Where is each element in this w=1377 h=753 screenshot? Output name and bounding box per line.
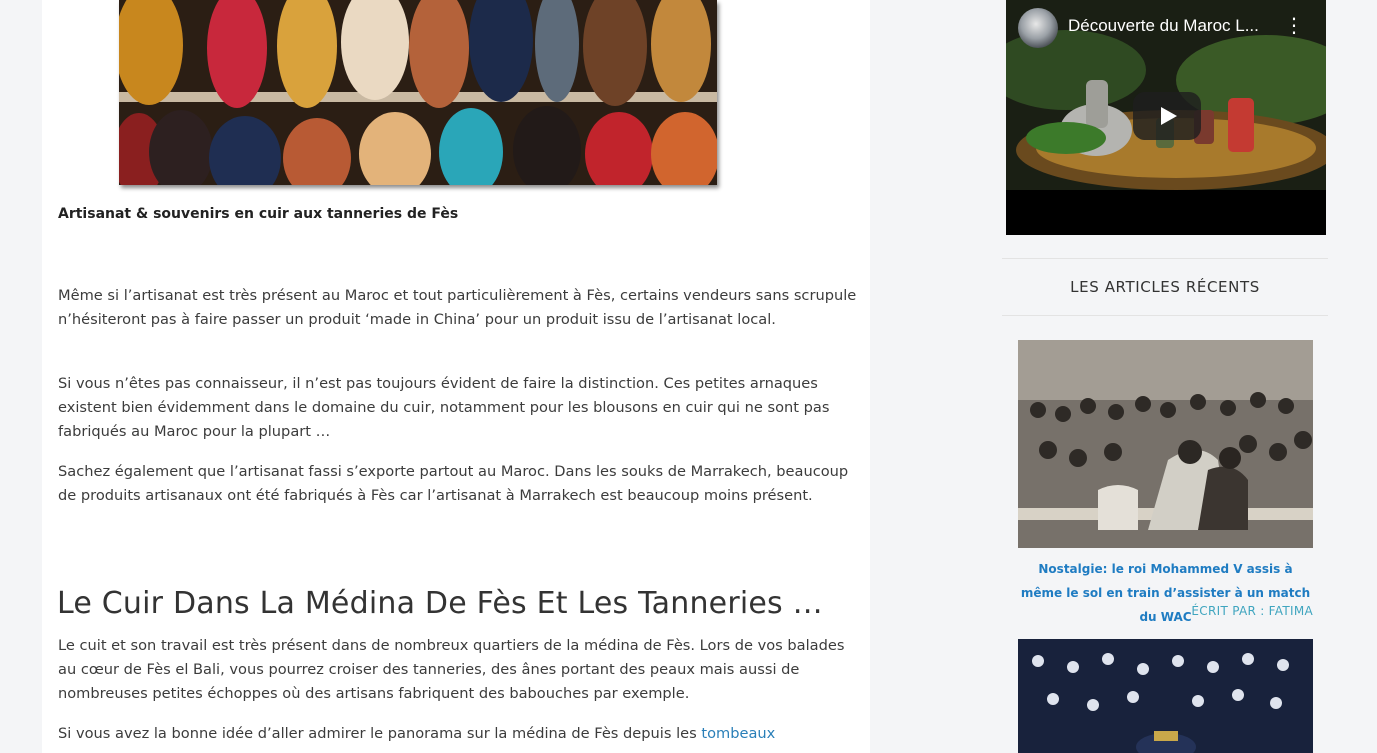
youtube-embed[interactable]: Découverte du Maroc L... ⋮ bbox=[1006, 0, 1326, 235]
main-content: Artisanat & souvenirs en cuir aux tanner… bbox=[42, 0, 870, 753]
section-paragraph: Le cuit et son travail est très présent … bbox=[58, 637, 845, 702]
paragraph-1: Même si l’artisanat est très présent au … bbox=[58, 287, 857, 328]
more-vert-icon[interactable]: ⋮ bbox=[1284, 14, 1304, 36]
tombeaux-link[interactable]: tombeaux bbox=[701, 725, 775, 742]
sidebar: Découverte du Maroc L... ⋮ LES ARTICLES … bbox=[1002, 0, 1328, 753]
paragraph-2: Si vous n’êtes pas connaisseur, il n’est… bbox=[58, 375, 830, 440]
last-paragraph: Si vous avez la bonne idée d’aller admir… bbox=[58, 722, 858, 746]
article-title-link[interactable]: Nostalgie: le roi Mohammed V assis à mêm… bbox=[1018, 557, 1313, 629]
image-caption: Artisanat & souvenirs en cuir aux tanner… bbox=[58, 206, 459, 222]
article-author: ÉCRIT PAR : FATIMA bbox=[1191, 604, 1313, 618]
video-title[interactable]: Découverte du Maroc L... bbox=[1068, 16, 1259, 36]
article-thumbnail-2[interactable] bbox=[1018, 639, 1313, 753]
section-heading: Le Cuir Dans La Médina De Fès Et Les Tan… bbox=[57, 586, 823, 621]
recent-articles-title: LES ARTICLES RÉCENTS bbox=[1002, 258, 1328, 316]
paragraph-3: Sachez également que l’artisanat fassi s… bbox=[58, 463, 849, 504]
last-paragraph-text: Si vous avez la bonne idée d’aller admir… bbox=[58, 725, 702, 742]
channel-avatar[interactable] bbox=[1018, 8, 1058, 48]
babouches-image bbox=[119, 0, 717, 185]
play-icon[interactable] bbox=[1133, 92, 1201, 140]
article-thumbnail[interactable] bbox=[1018, 340, 1313, 548]
